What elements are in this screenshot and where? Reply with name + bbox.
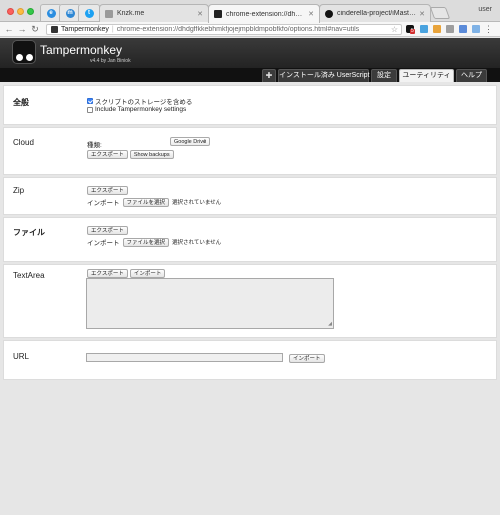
address-site: Tampermonkey [61, 26, 109, 33]
close-window-button[interactable] [7, 8, 14, 15]
tab-tampermonkey-options[interactable]: chrome-extension://dhdgffkkebhmkfjojejmp… [208, 4, 320, 23]
tab-imast[interactable]: cinderella-project/iMast: Mastodon ✕ [319, 4, 431, 22]
textarea-export-button[interactable]: エクスポート [87, 269, 128, 278]
tab-settings[interactable]: 設定 [371, 69, 397, 82]
cloud-type-row: 種類: [87, 139, 102, 149]
close-icon[interactable]: ✕ [308, 10, 314, 18]
extension-globe-icon[interactable] [472, 25, 480, 33]
browser-tab-bar: e m t Knzk.me ✕ chrome-extension://dhdgf… [0, 0, 500, 23]
tampermonkey-header: Tampermonkey v4.4 by Jan Biniok [0, 38, 500, 68]
url-input[interactable] [86, 353, 283, 362]
chevron-down-icon: ⇕ [202, 139, 207, 145]
app-title: Tampermonkey [40, 43, 123, 57]
include-storage-option[interactable]: スクリプトのストレージを含める [87, 96, 192, 106]
cloud-actions: エクスポート Show backups [87, 150, 174, 159]
browser-menu-icon[interactable]: ⋮ [484, 24, 493, 34]
extension-shield-icon[interactable] [446, 25, 454, 33]
close-icon[interactable]: ✕ [197, 10, 203, 18]
address-url: chrome-extension://dhdgffkkebhmkfjojejmp… [116, 26, 360, 33]
tab-help[interactable]: ヘルプ [456, 69, 487, 82]
file-no-file-label: 選択されていません [172, 240, 222, 246]
section-title: TextArea [13, 271, 45, 280]
twitter-icon: t [84, 8, 94, 18]
close-icon[interactable]: ✕ [419, 10, 425, 18]
file-choose-file-button[interactable]: ファイルを選択 [122, 237, 170, 247]
cloud-type-label: 種類: [87, 142, 102, 149]
resize-grip-icon[interactable]: ◢ [328, 322, 332, 327]
extension-square-icon[interactable] [459, 25, 467, 33]
file-export-button[interactable]: エクスポート [87, 226, 128, 235]
tab-title: Knzk.me [117, 10, 145, 17]
new-tab-button[interactable] [429, 7, 451, 19]
file-import-row: インポート ファイルを選択 選択されていません [87, 237, 221, 247]
section-cloud: Cloud 種類: エクスポート Show backups [3, 127, 497, 175]
include-storage-label: スクリプトのストレージを含める [95, 99, 193, 106]
tab-title: chrome-extension://dhdgffkkebhmkfjojejmp… [226, 10, 305, 18]
include-settings-checkbox[interactable] [87, 106, 93, 113]
cloud-provider-select[interactable]: Google Drive ⇕ [170, 137, 210, 146]
extension-badge: 5 [410, 28, 415, 34]
extension-blue-icon[interactable] [420, 25, 428, 33]
app-version: v4.4 by Jan Biniok [90, 58, 131, 64]
section-general: 全般 スクリプトのストレージを含める Include Tampermonkey … [3, 85, 497, 125]
utilities-content: 全般 スクリプトのストレージを含める Include Tampermonkey … [0, 82, 500, 515]
pinned-tab-twitter[interactable]: t [78, 4, 100, 21]
mastodon-icon: m [65, 8, 75, 18]
cloud-provider-value: Google Drive [174, 139, 207, 145]
address-bar[interactable]: Tampermonkey | chrome-extension://dhdgff… [46, 24, 402, 35]
zip-choose-file-button[interactable]: ファイルを選択 [122, 197, 170, 207]
file-import-label: インポート [87, 240, 120, 247]
section-zip: Zip エクスポート インポート ファイルを選択 選択されていません [3, 177, 497, 215]
section-title: Zip [13, 186, 25, 195]
forward-arrow-icon[interactable]: → [17, 24, 27, 34]
zip-import-label: インポート [87, 200, 120, 207]
address-separator: | [111, 26, 114, 33]
profile-name[interactable]: user [478, 6, 492, 13]
extension-icon [51, 26, 58, 33]
tab-knzk[interactable]: Knzk.me ✕ [99, 4, 209, 22]
minimize-window-button[interactable] [17, 8, 24, 15]
tab-installed-scripts[interactable]: インストール済み UserScript [278, 69, 369, 82]
bookmark-star-icon[interactable]: ☆ [391, 25, 398, 34]
section-file: ファイル エクスポート インポート ファイルを選択 選択されていません [3, 217, 497, 262]
knzk-favicon-icon [105, 9, 113, 18]
section-title: 全般 [13, 98, 29, 107]
show-backups-button[interactable]: Show backups [129, 150, 174, 159]
include-settings-option[interactable]: Include Tampermonkey settings [87, 106, 186, 113]
edge-icon: e [46, 8, 56, 18]
section-title: URL [13, 352, 30, 361]
textarea-input[interactable]: ◢ [86, 278, 334, 329]
reload-icon[interactable]: ↻ [30, 24, 40, 34]
zip-export-button[interactable]: エクスポート [87, 186, 128, 195]
file-export-row: エクスポート [87, 226, 128, 235]
zip-export-row: エクスポート [87, 186, 128, 195]
cloud-export-button[interactable]: エクスポート [87, 150, 128, 159]
github-icon [325, 9, 333, 18]
tampermonkey-logo-icon [12, 40, 36, 64]
tab-utilities[interactable]: ユーティリティ [399, 69, 454, 82]
back-arrow-icon[interactable]: ← [4, 24, 14, 34]
new-script-icon[interactable]: ✚ [262, 69, 276, 82]
section-title: Cloud [13, 138, 34, 147]
tab-title: cinderella-project/iMast: Mastodon [337, 10, 416, 17]
section-title: ファイル [13, 228, 45, 237]
zip-no-file-label: 選択されていません [172, 200, 222, 206]
browser-toolbar: ← → ↻ Tampermonkey | chrome-extension://… [0, 22, 500, 37]
zip-import-row: インポート ファイルを選択 選択されていません [87, 197, 221, 207]
textarea-import-button[interactable]: インポート [129, 269, 166, 278]
url-import-button[interactable]: インポート [289, 354, 325, 363]
include-settings-label: Include Tampermonkey settings [95, 106, 187, 113]
url-import-row: インポート [289, 354, 325, 363]
maximize-window-button[interactable] [27, 8, 34, 15]
textarea-actions: エクスポート インポート [87, 269, 166, 278]
tampermonkey-favicon-icon [214, 10, 222, 18]
extension-orange-icon[interactable] [433, 25, 441, 33]
include-storage-checkbox[interactable] [87, 98, 93, 104]
tampermonkey-nav: ✚ インストール済み UserScript 設定 ユーティリティ ヘルプ [0, 68, 500, 82]
